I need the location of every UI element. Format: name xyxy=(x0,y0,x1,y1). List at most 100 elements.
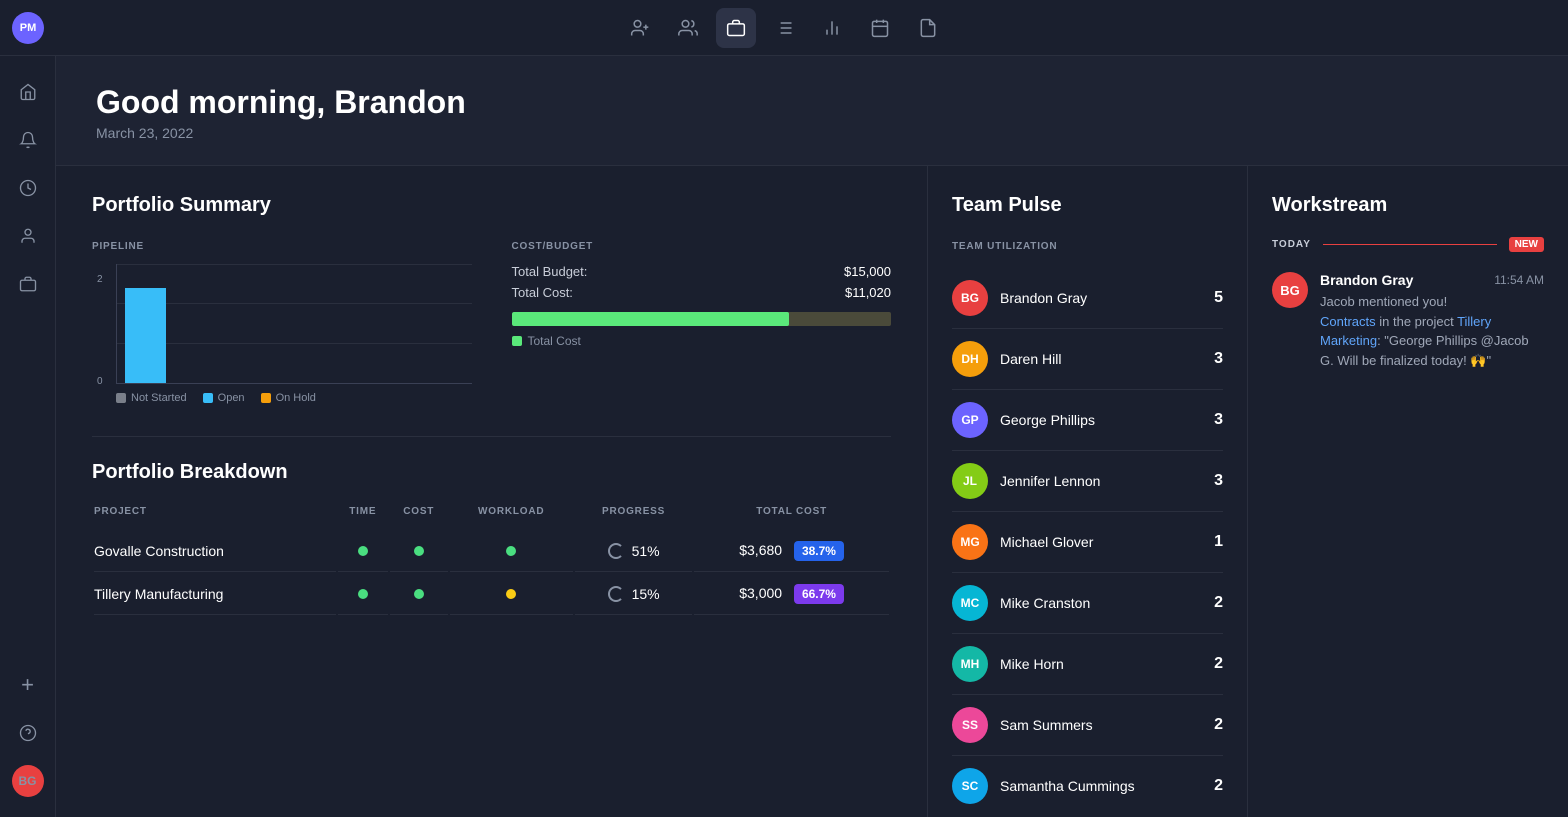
sidebar-home[interactable] xyxy=(8,72,48,112)
ws-time: 11:54 AM xyxy=(1494,273,1544,287)
member-count: 2 xyxy=(1214,716,1223,734)
three-col-layout: Portfolio Summary PIPELINE xyxy=(56,166,1568,817)
ws-avatar: BG xyxy=(1272,272,1308,308)
cost-budget-label: COST/BUDGET xyxy=(512,241,892,252)
progress-pct: 15% xyxy=(632,586,660,602)
nav-chart[interactable] xyxy=(812,8,852,48)
team-members-list: BG Brandon Gray 5 DH Daren Hill 3 GP Geo… xyxy=(952,268,1223,816)
team-member-row: MH Mike Horn 2 xyxy=(952,634,1223,695)
member-name: Daren Hill xyxy=(1000,351,1061,367)
workstream-item: BG Brandon Gray 11:54 AM Jacob mentioned… xyxy=(1272,272,1544,370)
member-name: Mike Horn xyxy=(1000,656,1064,672)
workstream-items: BG Brandon Gray 11:54 AM Jacob mentioned… xyxy=(1272,272,1544,370)
table-row: Tillery Manufacturing 15% $3,000 66.7% xyxy=(94,574,889,615)
team-member-row: BG Brandon Gray 5 xyxy=(952,268,1223,329)
member-count: 2 xyxy=(1214,594,1223,612)
cost-dot xyxy=(414,589,424,599)
cost-legend: Total Cost xyxy=(512,334,892,348)
member-name: Michael Glover xyxy=(1000,534,1093,550)
progress-icon xyxy=(608,543,624,559)
sidebar-bell[interactable] xyxy=(8,120,48,160)
team-utilization-label: TEAM UTILIZATION xyxy=(952,241,1223,252)
team-pulse-section: Team Pulse TEAM UTILIZATION BG Brandon G… xyxy=(928,166,1248,817)
sidebar-briefcase[interactable] xyxy=(8,264,48,304)
member-avatar: GP xyxy=(952,402,988,438)
sidebar-help[interactable] xyxy=(8,713,48,753)
sidebar-clock[interactable] xyxy=(8,168,48,208)
member-count: 2 xyxy=(1214,777,1223,795)
sidebar-bottom: + BG xyxy=(8,665,48,801)
member-name: Samantha Cummings xyxy=(1000,778,1135,794)
nav-person-add[interactable] xyxy=(620,8,660,48)
member-name: Sam Summers xyxy=(1000,717,1093,733)
workstream-section: Workstream TODAY NEW BG Brandon Gray 11:… xyxy=(1248,166,1568,817)
member-avatar: SS xyxy=(952,707,988,743)
today-bar: TODAY NEW xyxy=(1272,237,1544,252)
workload-cell xyxy=(450,531,573,572)
total-cost-cell: $3,000 66.7% xyxy=(694,574,889,615)
member-avatar: MC xyxy=(952,585,988,621)
member-left: MC Mike Cranston xyxy=(952,585,1090,621)
date: March 23, 2022 xyxy=(96,125,1528,141)
nav-document[interactable] xyxy=(908,8,948,48)
member-count: 3 xyxy=(1214,350,1223,368)
today-line xyxy=(1323,244,1497,245)
cost-cell xyxy=(390,531,448,572)
new-badge: NEW xyxy=(1509,237,1544,252)
member-left: JL Jennifer Lennon xyxy=(952,463,1100,499)
time-cell xyxy=(338,531,388,572)
workload-cell xyxy=(450,574,573,615)
team-member-row: GP George Phillips 3 xyxy=(952,390,1223,451)
ws-body: Jacob mentioned you! Contracts in the pr… xyxy=(1320,292,1544,370)
cost-budget: COST/BUDGET Total Budget: $15,000 Total … xyxy=(512,241,892,404)
pipeline-chart: PIPELINE 2 0 xyxy=(92,241,472,404)
workload-dot xyxy=(506,546,516,556)
portfolio-section: Portfolio Summary PIPELINE xyxy=(56,166,928,817)
ws-link-contracts[interactable]: Contracts xyxy=(1320,314,1376,329)
sidebar-plus[interactable]: + xyxy=(8,665,48,705)
nav-people[interactable] xyxy=(668,8,708,48)
time-dot xyxy=(358,546,368,556)
pipeline-label: PIPELINE xyxy=(92,241,472,252)
nav-list[interactable] xyxy=(764,8,804,48)
member-avatar: MH xyxy=(952,646,988,682)
member-count: 3 xyxy=(1214,411,1223,429)
member-avatar: DH xyxy=(952,341,988,377)
workload-dot xyxy=(506,589,516,599)
member-name: George Phillips xyxy=(1000,412,1095,428)
progress-badge: 66.7% xyxy=(794,584,844,604)
sidebar-users[interactable] xyxy=(8,216,48,256)
breakdown-title: Portfolio Breakdown xyxy=(92,461,891,484)
member-avatar: MG xyxy=(952,524,988,560)
member-count: 5 xyxy=(1214,289,1223,307)
pipeline-area: PIPELINE 2 0 xyxy=(92,241,891,404)
time-dot xyxy=(358,589,368,599)
col-total-cost: TOTAL COST xyxy=(694,506,889,529)
team-member-row: MG Michael Glover 1 xyxy=(952,512,1223,573)
logo-button[interactable]: PM xyxy=(0,0,56,56)
col-project: PROJECT xyxy=(94,506,336,529)
chart-container: 2 0 xyxy=(116,264,472,384)
y-label-0: 0 xyxy=(97,376,103,387)
member-count: 1 xyxy=(1214,533,1223,551)
member-name: Mike Cranston xyxy=(1000,595,1090,611)
ws-header: Brandon Gray 11:54 AM xyxy=(1320,272,1544,288)
cost-value: $3,000 xyxy=(739,585,782,601)
nav-briefcase[interactable] xyxy=(716,8,756,48)
member-count: 3 xyxy=(1214,472,1223,490)
cost-value: $3,680 xyxy=(739,542,782,558)
today-label: TODAY xyxy=(1272,239,1311,250)
col-time: TIME xyxy=(338,506,388,529)
progress-pct: 51% xyxy=(632,543,660,559)
greeting: Good morning, Brandon xyxy=(96,84,1528,121)
budget-progress-bar xyxy=(512,312,892,326)
sidebar: + BG xyxy=(0,56,56,817)
member-count: 2 xyxy=(1214,655,1223,673)
member-left: SC Samantha Cummings xyxy=(952,768,1135,804)
nav-calendar[interactable] xyxy=(860,8,900,48)
member-name: Jennifer Lennon xyxy=(1000,473,1100,489)
sidebar-user-avatar[interactable]: BG xyxy=(8,761,48,801)
member-left: SS Sam Summers xyxy=(952,707,1093,743)
member-name: Brandon Gray xyxy=(1000,290,1087,306)
chart-legend: Not Started Open On Hold xyxy=(116,392,472,404)
